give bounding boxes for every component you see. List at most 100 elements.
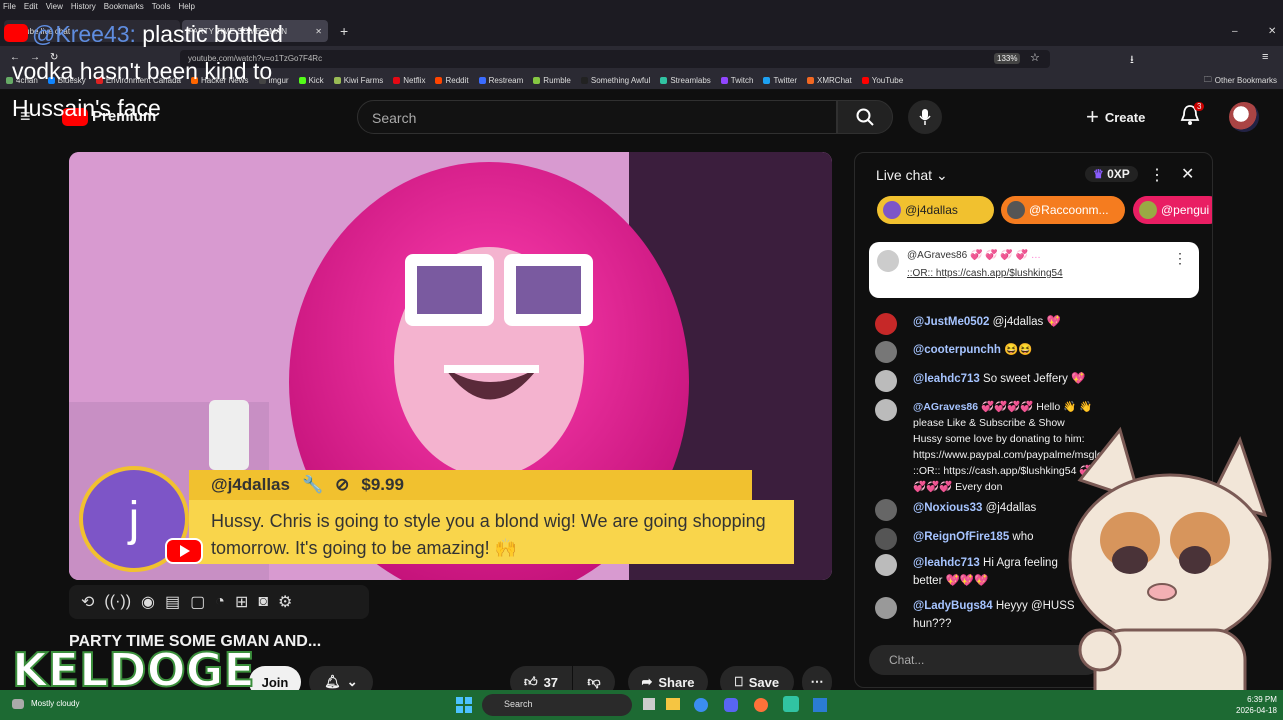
youtube-play-icon [165, 538, 203, 564]
bookmark-youtube[interactable]: YouTube [861, 76, 903, 85]
close-chat-icon[interactable]: ✕ [1181, 164, 1194, 184]
bookmark-streamlabs[interactable]: Streamlabs [660, 76, 711, 85]
add-frame-icon[interactable]: ⊞ [235, 592, 248, 612]
bookmark-xmrchat[interactable]: XMRChat [807, 76, 852, 85]
create-button[interactable]: + Create [1086, 102, 1145, 132]
avatar [875, 554, 897, 576]
bookmark-icon [807, 77, 815, 84]
gear-icon[interactable]: ⚙ [278, 592, 292, 612]
bookmark-icon [435, 77, 443, 84]
video-player[interactable]: @j4dallas 🔧 ⊘ $9.99 Hussy. Chris is goin… [69, 152, 832, 580]
pinned-more-icon[interactable]: ⋮ [1173, 250, 1187, 267]
chat-more-icon[interactable]: ⋮ [1149, 165, 1165, 185]
camera-icon[interactable]: ◙ [258, 593, 268, 611]
voice-search-button[interactable] [908, 100, 942, 134]
bookmark-icon [861, 77, 869, 84]
chat-message[interactable]: @JustMe0502 @j4dallas 💖 [875, 313, 1195, 335]
menu-help[interactable]: Help [178, 2, 194, 11]
fox-mascot-image [1068, 426, 1272, 720]
chat-message[interactable]: @leahdc713 So sweet Jeffery 💖 [875, 370, 1195, 392]
task-view-icon[interactable] [643, 698, 655, 710]
bookmark-reddit[interactable]: Reddit [435, 76, 469, 85]
chat-message[interactable]: @Noxious33 @j4dallas [875, 499, 1075, 521]
bookmark-netflix[interactable]: Netflix [393, 76, 425, 85]
chat-message[interactable]: @cooterpunchh 😆😆 [875, 341, 1195, 363]
wrench-icon: 🔧 [301, 475, 324, 494]
file-explorer-icon[interactable] [666, 698, 680, 710]
pinned-message[interactable]: @AGraves86 💞 💞 💞 💞 … ::OR:: https://cash… [869, 242, 1199, 298]
chip-pengui[interactable]: @pengui [1133, 196, 1212, 224]
download-icon[interactable]: ⭳ [1130, 51, 1134, 70]
menu-edit[interactable]: Edit [24, 2, 38, 11]
streamer-logo: KELDOGE [11, 642, 256, 698]
new-tab-icon[interactable]: + [334, 20, 354, 42]
system-clock[interactable]: 6:39 PM 2026-04-18 [1236, 694, 1277, 716]
avatar [875, 528, 897, 550]
youtube-logo-icon [4, 24, 28, 42]
bell-icon: 🔔︎ [324, 674, 341, 689]
loop-icon[interactable]: ⟲ [81, 592, 94, 612]
copilot-icon[interactable] [694, 698, 708, 712]
avatar [875, 499, 897, 521]
eye-icon[interactable]: ◉ [141, 592, 155, 612]
more-icon: ⋯ [810, 674, 824, 689]
search-button[interactable] [837, 100, 893, 134]
bookmark-rumble[interactable]: Rumble [533, 76, 571, 85]
star-icon[interactable]: ☆ [1030, 51, 1040, 64]
chat-mode-selector[interactable]: Live chat ⌄ [876, 167, 948, 184]
zoom-level[interactable]: 133% [994, 53, 1021, 64]
chat-message[interactable]: @leahdc713 Hi Agra feeling better 💖💖💖 [875, 554, 1075, 590]
search-input[interactable]: Search [357, 100, 837, 134]
bookmark-icon [660, 77, 668, 84]
pinned-link[interactable]: ::OR:: https://cash.app/$lushking54 [907, 268, 1189, 279]
thumbs-down-icon: 👎︎ [587, 674, 601, 689]
hamburger-menu-icon[interactable]: ≡ [1262, 51, 1268, 63]
chevron-down-icon: ⌄ [346, 674, 358, 689]
filmstrip-icon[interactable]: ▤ [165, 592, 180, 612]
bookmark-twitch[interactable]: Twitch [720, 76, 753, 85]
avatar [875, 370, 897, 392]
windows-start-icon[interactable] [456, 697, 472, 713]
ban-icon: ⊘ [335, 475, 350, 494]
weather-status[interactable]: Mostly cloudy [31, 699, 79, 708]
discord-icon[interactable] [724, 698, 738, 712]
close-tab-icon[interactable]: ✕ [315, 27, 322, 36]
weather-icon [12, 699, 24, 709]
bookmark-icon [580, 77, 588, 84]
bookmark-something-awful[interactable]: Something Awful [580, 76, 650, 85]
superchat-message: Hussy. Chris is going to style you a blo… [189, 500, 794, 564]
menu-bookmarks[interactable]: Bookmarks [104, 2, 144, 11]
frame-icon[interactable]: ▢ [190, 592, 205, 612]
bookmark-icon [763, 77, 771, 84]
chat-message[interactable]: @LadyBugs84 Heyyy @HUSS hun??? [875, 597, 1075, 633]
streamlabs-icon[interactable] [783, 696, 799, 712]
chip-avatar [883, 201, 901, 219]
menu-file[interactable]: File [3, 2, 16, 11]
chat-message[interactable]: @ReignOfFire185 who [875, 528, 1075, 550]
xp-badge[interactable]: ♛ 0XP [1085, 166, 1138, 182]
chip-j4dallas[interactable]: @j4dallas [877, 196, 994, 224]
word-icon[interactable] [813, 698, 827, 712]
menu-tools[interactable]: Tools [152, 2, 171, 11]
firefox-icon[interactable] [754, 698, 768, 712]
taskbar-search[interactable]: Search [482, 694, 632, 716]
bookmark-kiwi-farms[interactable]: Kiwi Farms [333, 76, 383, 85]
avatar [875, 341, 897, 363]
menu-view[interactable]: View [46, 2, 63, 11]
share-icon: ➦ [641, 674, 653, 689]
chip-raccoonm[interactable]: @Raccoonm... [1001, 196, 1125, 224]
menu-history[interactable]: History [71, 2, 96, 11]
bookmark-twitter[interactable]: Twitter [763, 76, 797, 85]
account-avatar[interactable] [1229, 102, 1259, 132]
bookmark-restream[interactable]: Restream [478, 76, 523, 85]
avatar [875, 399, 897, 421]
avatar [875, 313, 897, 335]
bookmark-icon [333, 77, 341, 84]
avatar [875, 597, 897, 619]
chat-header: Live chat ⌄ ♛ 0XP ⋮ ✕ [855, 153, 1212, 197]
minimize-icon[interactable]: – [1226, 20, 1244, 42]
broadcast-icon[interactable]: ((·)) [104, 593, 131, 611]
close-window-icon[interactable]: ✕ [1262, 20, 1282, 42]
other-bookmarks[interactable]: 🗀 Other Bookmarks [1204, 74, 1277, 88]
speed-icon[interactable]: ◔ [215, 593, 225, 611]
